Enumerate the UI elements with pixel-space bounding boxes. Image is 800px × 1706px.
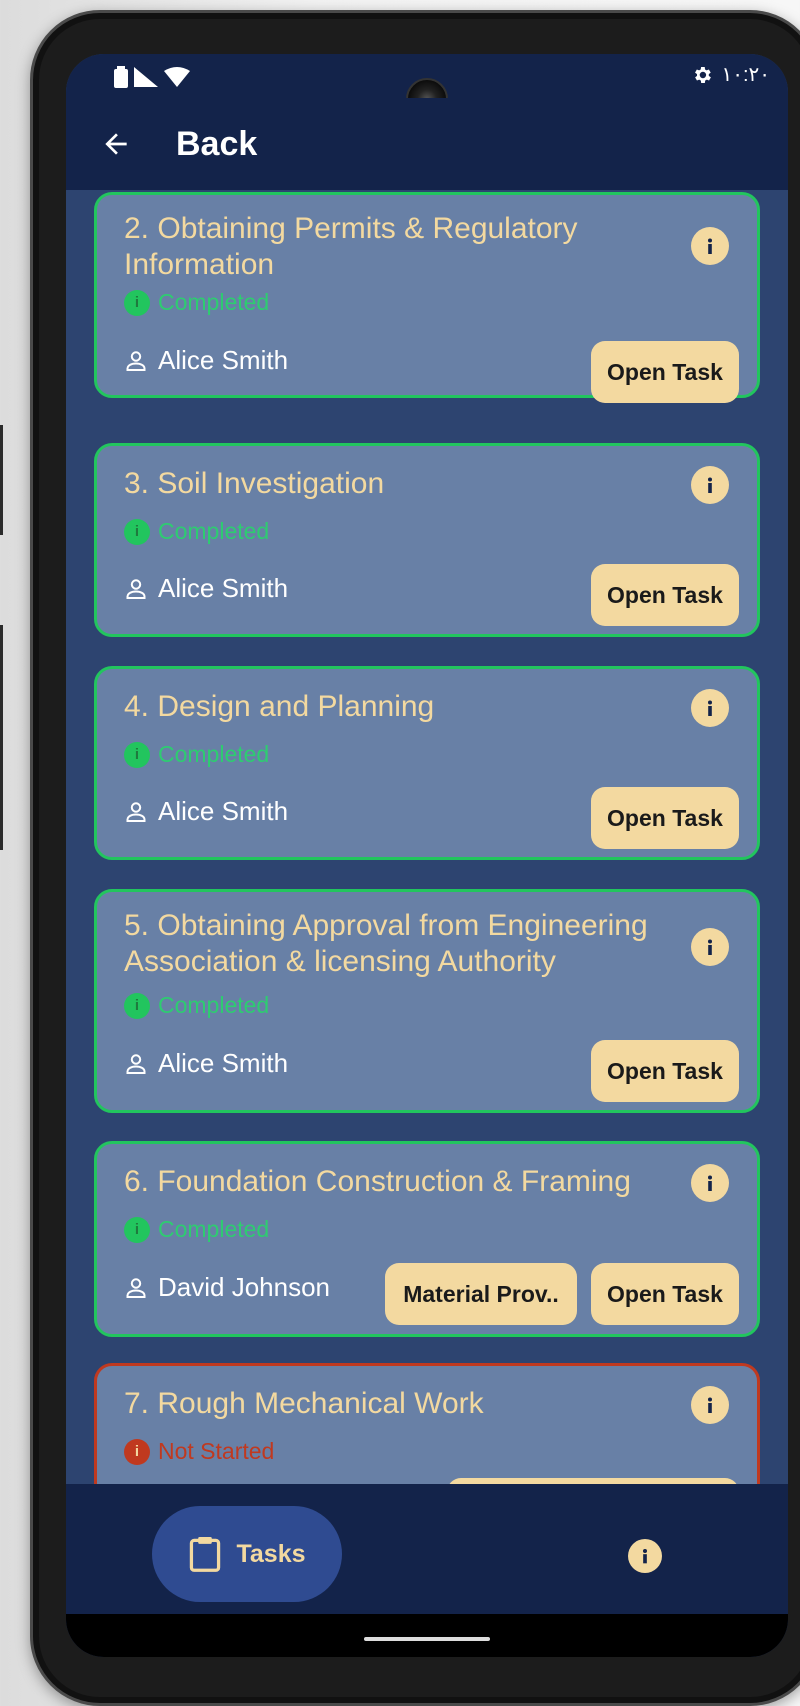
info-icon[interactable] (691, 689, 729, 727)
person-icon (126, 578, 146, 599)
status-right: ١٠:٢٠ (691, 62, 770, 87)
status-info-icon: i (124, 741, 150, 768)
task-title: 2. Obtaining Permits & Regulatory Inform… (124, 212, 578, 281)
tasks-tab-label: Tasks (236, 1539, 306, 1568)
assignee: Alice Smith (124, 573, 288, 604)
assignee: Alice Smith (124, 796, 288, 827)
status-icons (114, 66, 190, 88)
assignee: Alice Smith (124, 345, 288, 376)
gesture-area (66, 1614, 788, 1657)
task-title: 3. Soil Investigation (124, 467, 385, 500)
home-gesture-bar[interactable] (364, 1637, 490, 1641)
task-title: 7. Rough Mechanical Work (124, 1387, 484, 1420)
info-icon[interactable] (691, 928, 729, 966)
task-title: 5. Obtaining Approval from Engineering A… (124, 909, 648, 978)
info-icon[interactable] (691, 1164, 729, 1202)
open-task-button[interactable]: Open Task (591, 564, 739, 626)
phone-side-button (0, 425, 3, 535)
status-text: Completed (158, 741, 270, 767)
info-tab-icon[interactable] (628, 1539, 662, 1573)
task-card: 5. Obtaining Approval from Engineering A… (94, 889, 760, 1113)
back-arrow-icon[interactable] (96, 124, 136, 164)
phone-side-button (0, 625, 3, 850)
person-icon (126, 801, 146, 822)
person-icon (126, 1053, 146, 1074)
wifi-icon (164, 67, 190, 87)
open-task-button[interactable]: Open Task (591, 341, 739, 403)
assignee-name: David Johnson (158, 1272, 330, 1302)
task-card: 3. Soil Investigation i Completed Alice … (94, 443, 760, 637)
clipboard-icon (190, 1537, 221, 1572)
task-status: i Completed (124, 289, 269, 316)
battery-icon (114, 66, 128, 88)
status-time: ١٠:٢٠ (721, 64, 770, 86)
assignee-name: Alice Smith (158, 345, 289, 375)
status-info-icon: i (124, 518, 150, 545)
task-status: i Not Started (124, 1438, 274, 1465)
task-list[interactable]: 2. Obtaining Permits & Regulatory Inform… (66, 190, 788, 1539)
app-screen: ١٠:٢٠ Back 2. Obtaining Permits & Regula… (66, 54, 788, 1657)
open-task-button[interactable]: Open Task (591, 1040, 739, 1102)
signal-icon (134, 67, 158, 87)
status-text: Completed (158, 518, 270, 544)
task-card: 2. Obtaining Permits & Regulatory Inform… (94, 192, 760, 403)
person-icon (126, 350, 146, 371)
open-task-button[interactable]: Open Task (591, 787, 739, 849)
assignee: Alice Smith (124, 1048, 288, 1079)
status-text: Completed (158, 1216, 270, 1242)
person-icon (126, 1277, 146, 1298)
task-status: i Completed (124, 518, 269, 545)
info-icon[interactable] (691, 1386, 729, 1424)
status-info-icon: i (124, 1216, 150, 1243)
app-bar: Back (66, 98, 788, 190)
status-text: Not Started (158, 1438, 275, 1464)
status-text: Completed (158, 992, 270, 1018)
material-provision-button[interactable]: Material Prov.. (385, 1263, 577, 1325)
info-icon[interactable] (691, 466, 729, 504)
back-button-label[interactable]: Back (176, 125, 257, 164)
task-status: i Completed (124, 741, 269, 768)
assignee-name: Alice Smith (158, 1048, 289, 1078)
task-title: 4. Design and Planning (124, 690, 435, 723)
task-card: 6. Foundation Construction & Framing i C… (94, 1141, 760, 1337)
task-status: i Completed (124, 1216, 269, 1243)
status-text: Completed (158, 289, 270, 315)
task-status: i Completed (124, 992, 269, 1019)
status-info-icon: i (124, 992, 150, 1019)
assignee-name: Alice Smith (158, 573, 289, 603)
assignee: David Johnson (124, 1272, 330, 1303)
status-info-icon: i (124, 1438, 150, 1465)
info-icon[interactable] (691, 227, 729, 265)
task-card: 4. Design and Planning i Completed Alice… (94, 666, 760, 860)
settings-gear-icon (695, 66, 712, 83)
status-info-icon: i (124, 289, 150, 316)
assignee-name: Alice Smith (158, 796, 289, 826)
tasks-tab[interactable]: Tasks (152, 1506, 342, 1602)
task-title: 6. Foundation Construction & Framing (124, 1165, 631, 1198)
open-task-button[interactable]: Open Task (591, 1263, 739, 1325)
